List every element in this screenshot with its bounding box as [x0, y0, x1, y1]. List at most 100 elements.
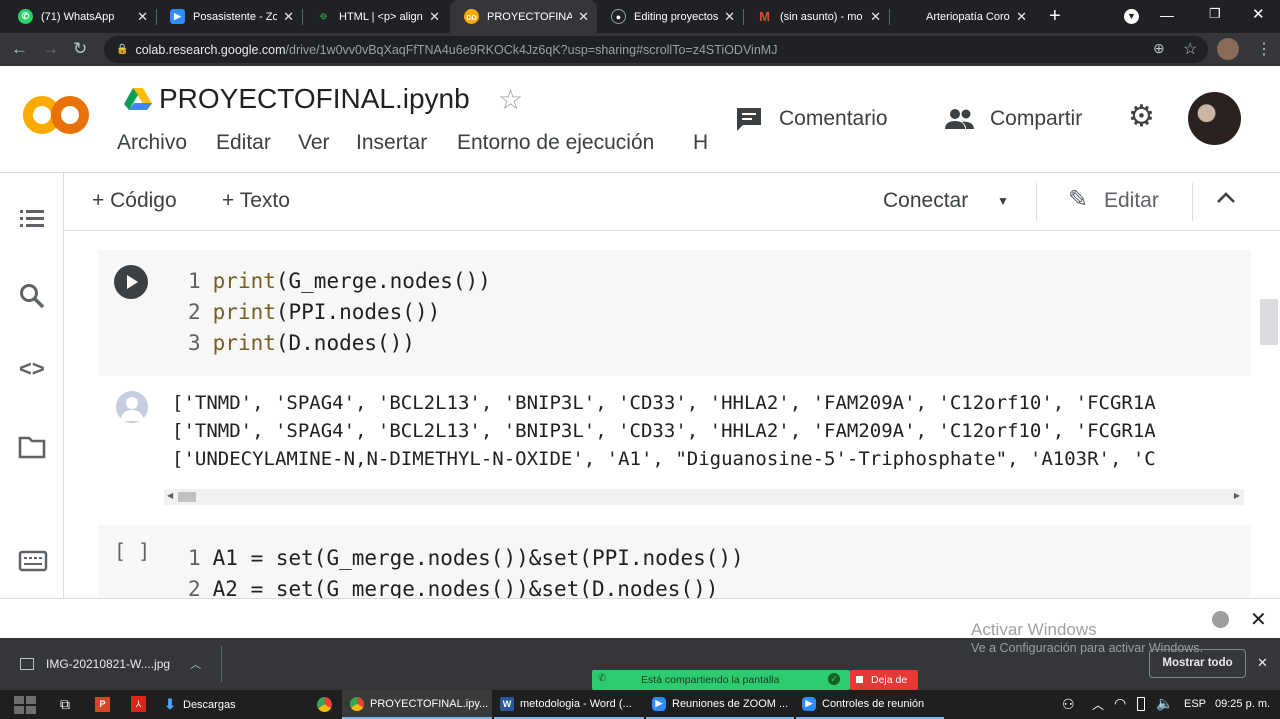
word-icon: W — [500, 696, 514, 711]
profile-avatar[interactable] — [1217, 38, 1239, 60]
code-line[interactable]: 2 print(PPI.nodes()) — [188, 300, 440, 324]
code-snippets-icon[interactable]: <> — [19, 356, 45, 382]
reload-icon[interactable]: ↻ — [73, 40, 87, 58]
browser-menu-icon[interactable]: ⋮ — [1256, 39, 1272, 59]
close-tab-icon[interactable]: ✕ — [724, 9, 735, 25]
language-indicator[interactable]: ESP — [1184, 698, 1206, 710]
windows-start-icon[interactable] — [14, 696, 36, 714]
new-tab-button[interactable]: + — [1049, 5, 1061, 28]
github-icon: ● — [611, 9, 626, 24]
user-avatar[interactable] — [1188, 92, 1241, 145]
battery-icon[interactable] — [1137, 697, 1145, 711]
taskbar-zoom-controles[interactable]: ▶ Controles de reunión — [796, 690, 944, 719]
stop-sharing-button[interactable]: Deja de — [850, 670, 918, 690]
search-icon[interactable] — [18, 282, 46, 315]
address-bar[interactable]: 🔒 colab.research.google.com/drive/1w0vv0… — [104, 36, 1208, 63]
run-cell-button[interactable] — [114, 265, 148, 299]
download-item[interactable]: IMG-20210821-W....jpg ︿ — [10, 646, 220, 682]
tab-html-align[interactable]: ꝋ HTML | <p> align ✕ — [302, 0, 448, 33]
code-line[interactable]: 1 print(G_merge.nodes()) — [188, 269, 491, 293]
pdf-icon[interactable]: ⅄ — [131, 696, 146, 712]
tab-proyectofinal[interactable]: co PROYECTOFINAL. ✕ — [450, 0, 597, 33]
scroll-right-arrow-icon[interactable]: ▶ — [1234, 491, 1240, 500]
close-window-button[interactable]: ✕ — [1252, 5, 1265, 23]
edit-pencil-icon[interactable]: ✎ — [1068, 188, 1088, 212]
tab-arteriopatia[interactable]: Arteriopatía Coro ✕ — [889, 0, 1035, 33]
close-tab-icon[interactable]: ✕ — [1016, 9, 1027, 25]
restore-button[interactable]: ❐ — [1209, 6, 1221, 22]
menu-ver[interactable]: Ver — [298, 131, 330, 155]
table-of-contents-icon[interactable] — [18, 207, 46, 236]
people-tray-icon[interactable]: ⚇ — [1062, 696, 1075, 713]
close-tab-icon[interactable]: ✕ — [283, 9, 294, 25]
connect-button[interactable]: Conectar — [883, 189, 968, 213]
taskbar-zoom-reuniones[interactable]: ▶ Reuniones de ZOOM ... — [646, 690, 794, 719]
page-icon — [903, 9, 918, 24]
share-button[interactable]: Compartir — [990, 107, 1082, 131]
clock[interactable]: 09:25 p. m. — [1215, 698, 1270, 710]
taskbar-word[interactable]: W metodologia - Word (... — [494, 690, 644, 719]
close-notification-icon[interactable]: ✕ — [1250, 607, 1267, 632]
bookmark-star-icon[interactable]: ☆ — [1183, 39, 1197, 59]
comment-icon[interactable] — [735, 106, 763, 131]
chevron-up-icon[interactable]: ︿ — [190, 656, 201, 672]
edit-button[interactable]: Editar — [1104, 189, 1159, 213]
tab-search-icon[interactable]: ▼ — [1124, 9, 1139, 24]
taskbar-descargas[interactable]: ⬇ Descargas — [163, 690, 244, 719]
menu-entorno[interactable]: Entorno de ejecución — [457, 131, 654, 155]
zoom-icon[interactable]: ⊕ — [1153, 40, 1165, 57]
add-code-button[interactable]: + Código — [92, 189, 177, 213]
scroll-left-arrow-icon[interactable]: ◀ — [167, 491, 173, 500]
comment-button[interactable]: Comentario — [779, 107, 888, 131]
scrollbar-thumb[interactable] — [178, 492, 196, 502]
menu-editar[interactable]: Editar — [216, 131, 271, 155]
code-cell[interactable]: [ ] 1 A1 = set(G_merge.nodes())&set(PPI.n… — [98, 525, 1251, 601]
forward-icon[interactable]: → — [42, 40, 59, 58]
people-icon[interactable] — [945, 107, 975, 131]
terminal-icon[interactable] — [18, 549, 48, 578]
google-drive-icon[interactable] — [124, 87, 152, 111]
task-view-icon[interactable]: ⧉ — [60, 696, 70, 713]
powerpoint-icon[interactable]: P — [95, 697, 110, 712]
star-icon[interactable]: ☆ — [498, 83, 523, 116]
colab-logo[interactable] — [22, 91, 92, 139]
add-text-button[interactable]: + Texto — [222, 189, 290, 213]
toolbar-divider — [1192, 183, 1193, 221]
show-all-button[interactable]: Mostrar todo — [1149, 649, 1246, 678]
close-shelf-icon[interactable]: ✕ — [1257, 655, 1268, 671]
zoom-icon: ▶ — [170, 9, 185, 24]
tab-whatsapp[interactable]: ✆ (71) WhatsApp ✕ — [4, 0, 156, 33]
url-path: /drive/1w0vv0vBqXaqFfTNA4u6e9RKOCk4Jz6qK… — [285, 42, 778, 57]
menu-archivo[interactable]: Archivo — [117, 131, 187, 155]
page-scrollbar-thumb[interactable] — [1260, 299, 1278, 345]
close-tab-icon[interactable]: ✕ — [429, 9, 440, 25]
notebook-title[interactable]: PROYECTOFINAL.ipynb — [159, 83, 470, 115]
minimize-button[interactable]: — — [1160, 7, 1174, 23]
output-avatar-icon — [116, 391, 148, 423]
taskbar-proyectofinal[interactable]: PROYECTOFINAL.ipy... — [342, 690, 492, 719]
files-folder-icon[interactable] — [18, 435, 46, 464]
wifi-icon[interactable]: ◠ — [1114, 695, 1126, 712]
code-cell[interactable]: 1 print(G_merge.nodes()) 2 print(PPI.nodes… — [98, 250, 1251, 376]
activate-windows-title: Activar Windows — [971, 620, 1097, 639]
close-tab-icon[interactable]: ✕ — [870, 9, 881, 25]
code-line[interactable]: 3 print(D.nodes()) — [188, 331, 415, 355]
tab-zoom[interactable]: ▶ Posasistente - Zo ✕ — [156, 0, 302, 33]
close-tab-icon[interactable]: ✕ — [137, 9, 148, 25]
cell-execution-bracket[interactable]: [ ] — [114, 539, 150, 563]
menu-herramientas[interactable]: H — [693, 131, 707, 155]
volume-icon[interactable]: 🔈 — [1156, 695, 1173, 712]
horizontal-scrollbar[interactable]: ◀ ▶ — [164, 489, 1244, 505]
connect-dropdown-icon[interactable]: ▼ — [997, 194, 1009, 208]
sharing-status-text: Está compartiendo la pantalla — [641, 674, 780, 686]
tab-github[interactable]: ● Editing proyectos ✕ — [597, 0, 743, 33]
code-line[interactable]: 1 A1 = set(G_merge.nodes())&set(PPI.nodes… — [188, 546, 744, 570]
close-tab-icon[interactable]: ✕ — [578, 9, 589, 25]
settings-gear-icon[interactable]: ⚙ — [1128, 102, 1155, 132]
back-icon[interactable]: ← — [11, 40, 28, 58]
tray-chevron-icon[interactable]: ︿ — [1092, 696, 1104, 713]
tab-gmail[interactable]: M (sin asunto) - mo ✕ — [743, 0, 889, 33]
menu-insertar[interactable]: Insertar — [356, 131, 427, 155]
collapse-chevron-icon[interactable] — [1215, 187, 1237, 209]
chrome-icon[interactable] — [317, 697, 332, 712]
